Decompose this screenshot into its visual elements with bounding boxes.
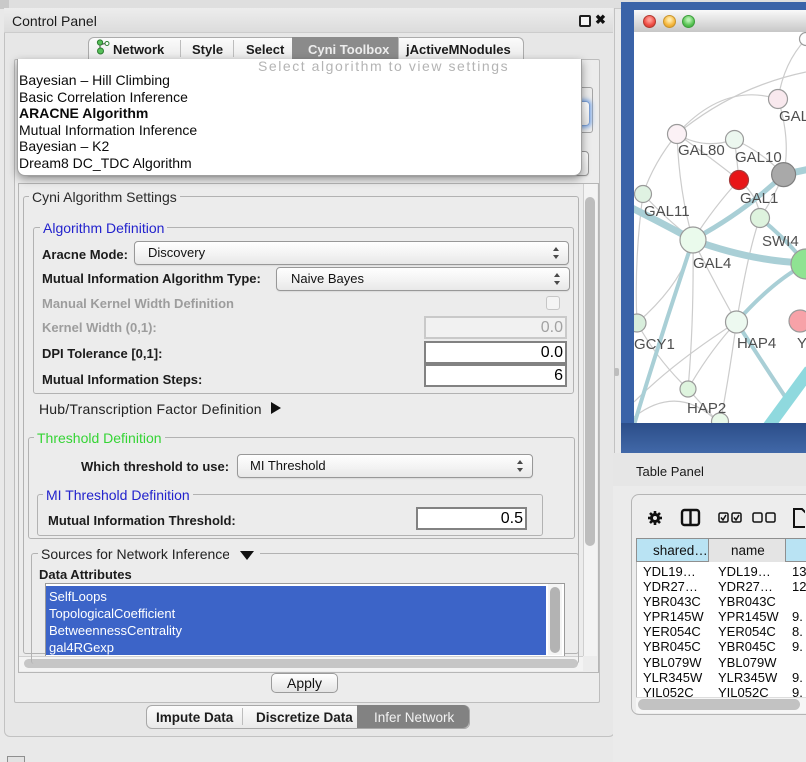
svg-text:SWI4: SWI4 bbox=[762, 233, 799, 250]
svg-text:GAL4: GAL4 bbox=[693, 255, 731, 272]
svg-text:GAL8: GAL8 bbox=[779, 108, 806, 125]
svg-text:GAL1: GAL1 bbox=[740, 190, 778, 207]
svg-text:GCY1: GCY1 bbox=[634, 336, 675, 353]
svg-text:GAL80: GAL80 bbox=[678, 142, 725, 159]
svg-text:GAL10: GAL10 bbox=[735, 149, 782, 166]
svg-text:GAL11: GAL11 bbox=[644, 203, 690, 220]
svg-text:YD: YD bbox=[797, 335, 806, 352]
svg-text:HAP2: HAP2 bbox=[687, 400, 726, 417]
svg-text:HAP4: HAP4 bbox=[737, 335, 776, 352]
